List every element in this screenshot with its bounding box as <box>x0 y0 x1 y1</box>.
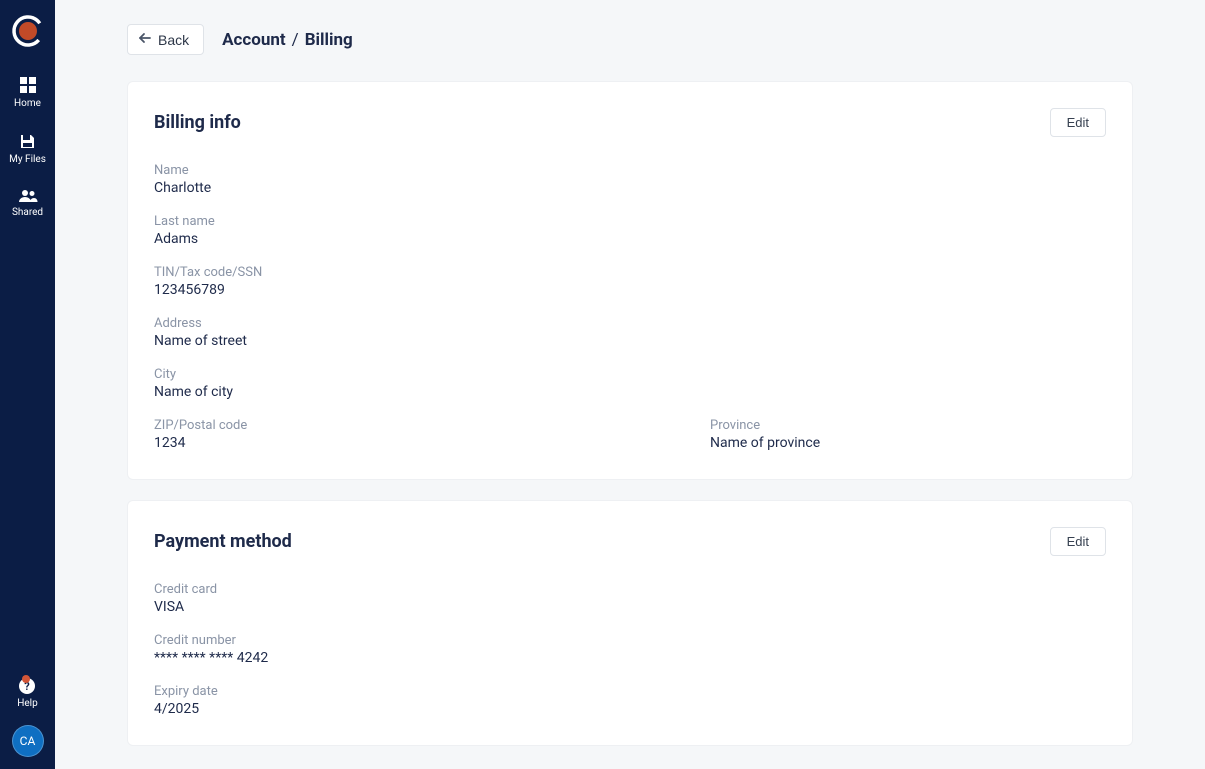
sidebar-item-label: My Files <box>9 154 46 165</box>
card-header: Billing info Edit <box>154 108 1106 137</box>
payment-method-card: Payment method Edit Credit card VISA Cre… <box>127 500 1133 746</box>
sidebar-item-label: Help <box>17 698 37 709</box>
field-label: Last name <box>154 214 1106 229</box>
edit-payment-button[interactable]: Edit <box>1050 527 1106 556</box>
field-label: City <box>154 367 1106 382</box>
app-logo <box>11 14 45 48</box>
field-address: Address Name of street <box>154 316 1106 349</box>
sidebar-item-label: Shared <box>12 207 43 218</box>
back-button-label: Back <box>158 32 189 48</box>
field-credit-number: Credit number **** **** **** 4242 <box>154 633 1106 666</box>
sidebar-item-label: Home <box>14 98 41 109</box>
card-title: Payment method <box>154 531 292 552</box>
sidebar-bottom: ? Help CA <box>0 677 55 769</box>
card-header: Payment method Edit <box>154 527 1106 556</box>
field-value: Name of province <box>710 435 1106 451</box>
field-label: Credit card <box>154 582 1106 597</box>
field-name: Name Charlotte <box>154 163 1106 196</box>
payment-fields: Credit card VISA Credit number **** ****… <box>154 582 1106 717</box>
avatar-initials: CA <box>20 734 36 748</box>
sidebar-item-help[interactable]: ? Help <box>17 677 37 709</box>
billing-info-card: Billing info Edit Name Charlotte Last na… <box>127 81 1133 480</box>
sidebar-item-shared[interactable]: Shared <box>0 189 55 218</box>
field-value: Charlotte <box>154 180 1106 196</box>
sidebar-nav: Home My Files Shared <box>0 76 55 242</box>
field-last-name: Last name Adams <box>154 214 1106 247</box>
home-icon <box>19 76 37 94</box>
sidebar-item-home[interactable]: Home <box>0 76 55 109</box>
field-tin: TIN/Tax code/SSN 123456789 <box>154 265 1106 298</box>
breadcrumb-parent: Account <box>222 30 286 50</box>
field-label: Province <box>710 418 1106 433</box>
page-header: Back Account / Billing <box>127 24 1133 55</box>
field-label: Name <box>154 163 1106 178</box>
edit-billing-button[interactable]: Edit <box>1050 108 1106 137</box>
sidebar-item-my-files[interactable]: My Files <box>0 133 55 165</box>
field-value: Name of street <box>154 333 1106 349</box>
field-label: ZIP/Postal code <box>154 418 550 433</box>
field-label: Credit number <box>154 633 1106 648</box>
field-value: Adams <box>154 231 1106 247</box>
field-credit-card: Credit card VISA <box>154 582 1106 615</box>
billing-fields: Name Charlotte Last name Adams TIN/Tax c… <box>154 163 1106 451</box>
main-content: Back Account / Billing Billing info Edit… <box>55 0 1205 769</box>
field-province: Province Name of province <box>710 418 1106 451</box>
field-expiry-date: Expiry date 4/2025 <box>154 684 1106 717</box>
field-value: 123456789 <box>154 282 1106 298</box>
avatar[interactable]: CA <box>12 725 44 757</box>
breadcrumb-separator: / <box>292 30 299 50</box>
field-row-zip-province: ZIP/Postal code 1234 Province Name of pr… <box>154 418 1106 451</box>
breadcrumb: Account / Billing <box>222 30 353 50</box>
field-zip: ZIP/Postal code 1234 <box>154 418 550 451</box>
app-root: Home My Files Shared <box>0 0 1205 769</box>
arrow-left-icon <box>138 31 152 48</box>
field-value: Name of city <box>154 384 1106 400</box>
field-value: VISA <box>154 599 1106 615</box>
back-button[interactable]: Back <box>127 24 204 55</box>
field-label: Address <box>154 316 1106 331</box>
breadcrumb-current: Billing <box>305 30 353 50</box>
sidebar: Home My Files Shared <box>0 0 55 769</box>
field-value: **** **** **** 4242 <box>154 650 1106 666</box>
field-city: City Name of city <box>154 367 1106 400</box>
save-icon <box>19 133 36 150</box>
field-value: 1234 <box>154 435 550 451</box>
field-value: 4/2025 <box>154 701 1106 717</box>
users-icon <box>18 189 38 203</box>
field-label: Expiry date <box>154 684 1106 699</box>
field-label: TIN/Tax code/SSN <box>154 265 1106 280</box>
notification-badge-icon <box>22 675 30 683</box>
card-title: Billing info <box>154 112 241 133</box>
